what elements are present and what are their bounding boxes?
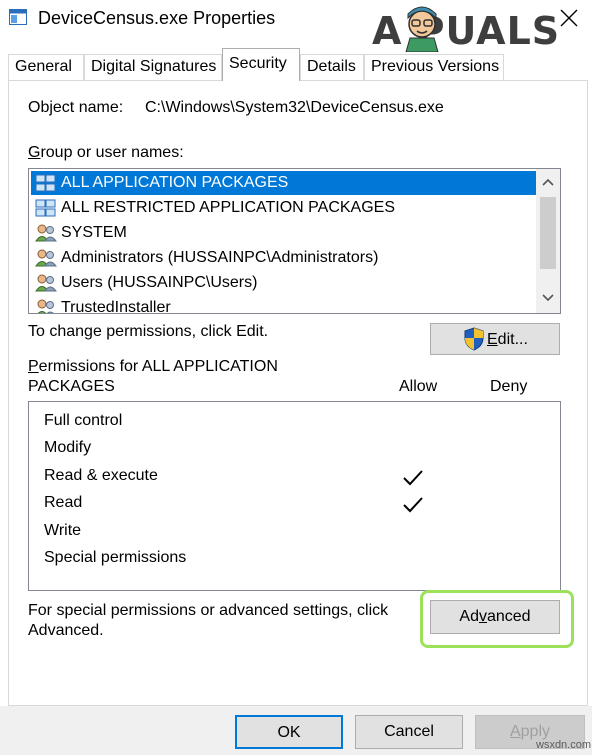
tab-digital-signatures[interactable]: Digital Signatures [84, 54, 222, 80]
uac-shield-icon [464, 327, 484, 351]
permissions-header-line1: Permissions for ALL APPLICATION [28, 357, 278, 377]
permission-row-read-execute: Read & execute [44, 467, 158, 484]
list-item-label: TrustedInstaller [61, 299, 171, 314]
allow-read-check-icon [403, 497, 423, 513]
scroll-down-button[interactable] [536, 287, 560, 309]
permissions-list: Full control Modify Read & execute Read … [28, 401, 561, 591]
permission-row-write: Write [44, 522, 82, 539]
tab-details[interactable]: Details [300, 54, 364, 80]
users-group-icon [35, 249, 57, 267]
app-packages-icon [35, 174, 56, 192]
users-group-icon [35, 224, 57, 242]
chevron-up-icon [542, 178, 554, 186]
list-item-label: ALL APPLICATION PACKAGES [61, 174, 289, 191]
list-item-users[interactable]: Users (HUSSAINPC\Users) [31, 271, 537, 295]
edit-label-rest: dit... [497, 331, 528, 348]
group-user-listbox[interactable]: ALL APPLICATION PACKAGES ALL RESTRICTED … [28, 168, 561, 314]
edit-mnemonic: E [487, 331, 498, 348]
object-name-label: Object name: [28, 99, 124, 116]
group-names-label: Group or user names: [28, 143, 184, 163]
list-item-system[interactable]: SYSTEM [31, 221, 537, 245]
permission-row-modify: Modify [44, 439, 92, 456]
tab-security[interactable]: Security [222, 48, 300, 81]
list-item-label: ALL RESTRICTED APPLICATION PACKAGES [61, 199, 396, 216]
ok-button[interactable]: OK [235, 715, 343, 749]
list-item-all-restricted-application-packages[interactable]: ALL RESTRICTED APPLICATION PACKAGES [31, 196, 537, 220]
list-item-trustedinstaller[interactable]: TrustedInstaller [31, 296, 537, 314]
advanced-label-part2: anced [486, 608, 531, 625]
change-permissions-hint: To change permissions, click Edit. [28, 323, 269, 340]
permissions-mnemonic: P [28, 358, 39, 375]
advanced-hint-line2: Advanced. [28, 622, 104, 639]
advanced-button[interactable]: Advanced [430, 600, 560, 634]
appuals-mascot-icon [405, 6, 439, 52]
title-bar: DeviceCensus.exe Properties A PUALS [0, 0, 592, 53]
scroll-thumb[interactable] [540, 197, 556, 269]
advanced-mnemonic: v [478, 608, 487, 625]
list-item-administrators[interactable]: Administrators (HUSSAINPC\Administrators… [31, 246, 537, 270]
advanced-label-part1: Ad [459, 608, 479, 625]
deny-column-header: Deny [490, 378, 528, 395]
permission-row-full-control: Full control [44, 412, 123, 429]
appuals-watermark: A PUALS [372, 2, 582, 54]
tab-bar: General Digital Signatures Security Deta… [0, 48, 592, 81]
dialog-footer: OK Cancel Apply [0, 706, 592, 755]
listbox-scrollbar[interactable] [536, 169, 560, 313]
advanced-hint-line1: For special permissions or advanced sett… [28, 602, 389, 619]
app-packages-icon [35, 199, 56, 217]
close-icon [560, 9, 578, 27]
apply-label-rest: pply [520, 723, 551, 740]
object-name-value: C:\Windows\System32\DeviceCensus.exe [145, 99, 444, 116]
tab-general[interactable]: General [8, 54, 84, 80]
close-button[interactable] [552, 4, 586, 32]
list-item-label: SYSTEM [61, 224, 127, 241]
site-watermark: wsxdn.com [536, 739, 592, 751]
app-window-icon [9, 9, 27, 25]
apply-mnemonic: A [509, 723, 521, 740]
edit-button-label: Edit... [487, 330, 528, 350]
list-item-all-application-packages[interactable]: ALL APPLICATION PACKAGES [31, 171, 537, 195]
chevron-down-icon [542, 294, 554, 302]
group-names-label-rest: roup or user names: [40, 144, 184, 161]
users-group-icon [37, 299, 54, 313]
permission-row-read: Read [44, 494, 83, 511]
group-names-mnemonic: G [28, 144, 41, 161]
tab-previous-versions[interactable]: Previous Versions [364, 54, 504, 80]
window-title: DeviceCensus.exe Properties [38, 8, 276, 28]
allow-column-header: Allow [399, 378, 438, 395]
list-item-label: Users (HUSSAINPC\Users) [61, 274, 258, 291]
scroll-up-button[interactable] [536, 171, 560, 193]
permission-row-special-permissions: Special permissions [44, 549, 187, 566]
allow-read-execute-check-icon [403, 470, 423, 486]
list-item-label: Administrators (HUSSAINPC\Administrators… [61, 249, 379, 266]
permissions-header-line2: PACKAGES [28, 378, 115, 395]
edit-button[interactable]: Edit... [430, 323, 560, 355]
users-group-icon [35, 274, 57, 292]
permissions-header-rest: ermissions for ALL APPLICATION [38, 358, 278, 375]
cancel-button[interactable]: Cancel [355, 715, 463, 749]
